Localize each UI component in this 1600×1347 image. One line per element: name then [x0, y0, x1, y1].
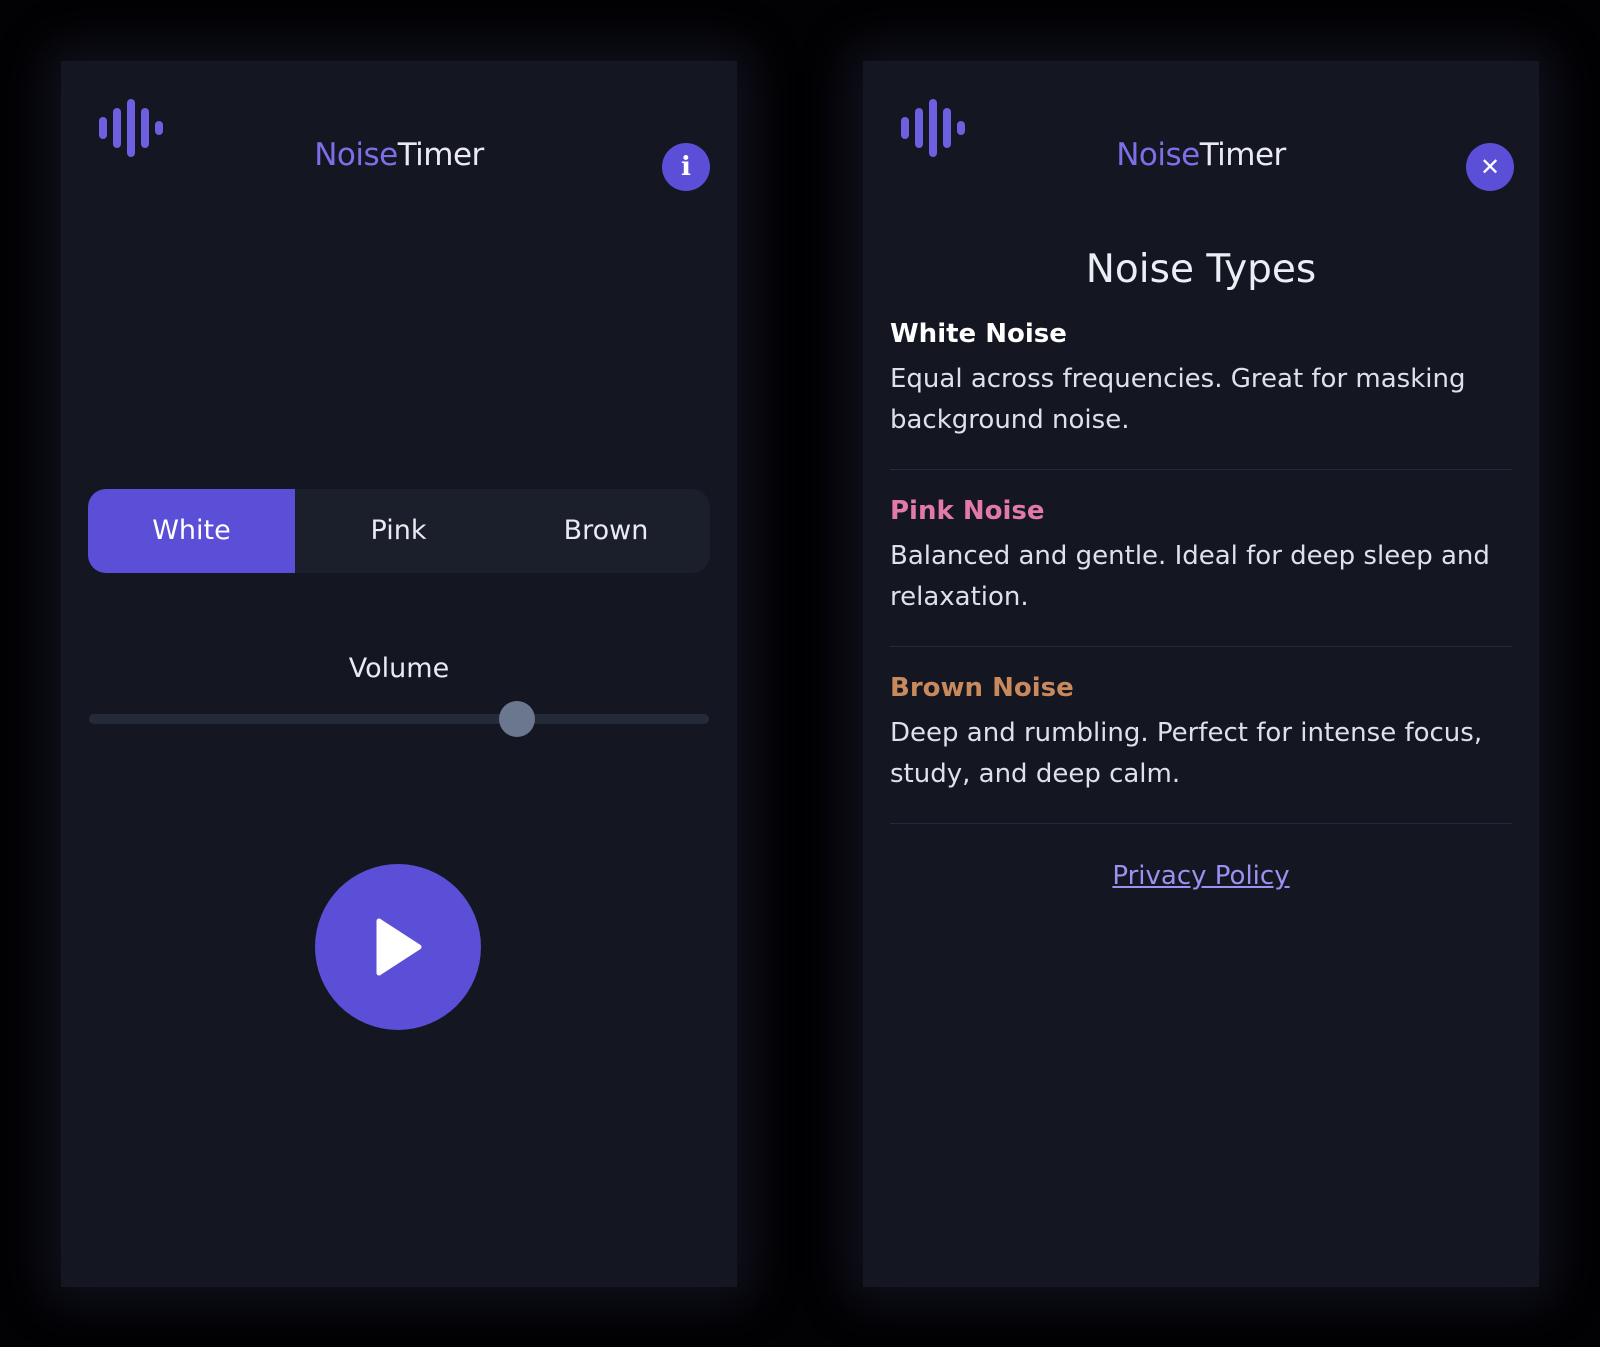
volume-slider-thumb[interactable]	[498, 701, 535, 737]
app-title-timer: Timer	[1199, 137, 1287, 173]
noise-type-white: White Noise Equal across frequencies. Gr…	[890, 317, 1512, 470]
main-screen: NoiseTimer i White Pink Brown Volume	[61, 61, 737, 1287]
app-title: NoiseTimer	[61, 133, 737, 177]
screenshot-stage: NoiseTimer i White Pink Brown Volume Noi…	[0, 0, 1600, 1347]
info-icon: i	[681, 152, 691, 182]
privacy-policy-link[interactable]: Privacy Policy	[863, 861, 1539, 891]
segment-pink[interactable]: Pink	[295, 489, 502, 573]
app-header: NoiseTimer ✕	[863, 61, 1539, 191]
noise-type-description: Balanced and gentle. Ideal for deep slee…	[890, 541, 1490, 612]
noise-type-name: Pink Noise	[890, 496, 1045, 526]
info-screen: NoiseTimer ✕ Noise Types White Noise Equ…	[863, 61, 1539, 1287]
segment-brown[interactable]: Brown	[502, 489, 710, 573]
segment-white[interactable]: White	[88, 489, 295, 573]
app-title-timer: Timer	[397, 137, 485, 173]
volume-slider[interactable]	[89, 701, 709, 737]
play-button[interactable]	[315, 864, 481, 1030]
close-icon: ✕	[1479, 153, 1501, 181]
app-header: NoiseTimer i	[61, 61, 737, 191]
noise-type-name: White Noise	[890, 319, 1067, 349]
play-icon	[376, 918, 422, 976]
noise-type-description: Equal across frequencies. Great for mask…	[890, 364, 1466, 435]
info-button[interactable]: i	[662, 143, 710, 191]
app-title-noise: Noise	[1116, 137, 1200, 173]
noise-types-heading: Noise Types	[1085, 247, 1317, 292]
noise-type-pink: Pink Noise Balanced and gentle. Ideal fo…	[890, 494, 1512, 647]
noise-type-selector: White Pink Brown	[88, 489, 710, 573]
volume-label: Volume	[348, 653, 450, 684]
noise-type-name: Brown Noise	[890, 673, 1074, 703]
close-button[interactable]: ✕	[1466, 143, 1514, 191]
app-title: NoiseTimer	[863, 133, 1539, 177]
noise-type-description: Deep and rumbling. Perfect for intense f…	[890, 718, 1483, 789]
app-title-noise: Noise	[314, 137, 398, 173]
noise-type-brown: Brown Noise Deep and rumbling. Perfect f…	[890, 671, 1512, 824]
